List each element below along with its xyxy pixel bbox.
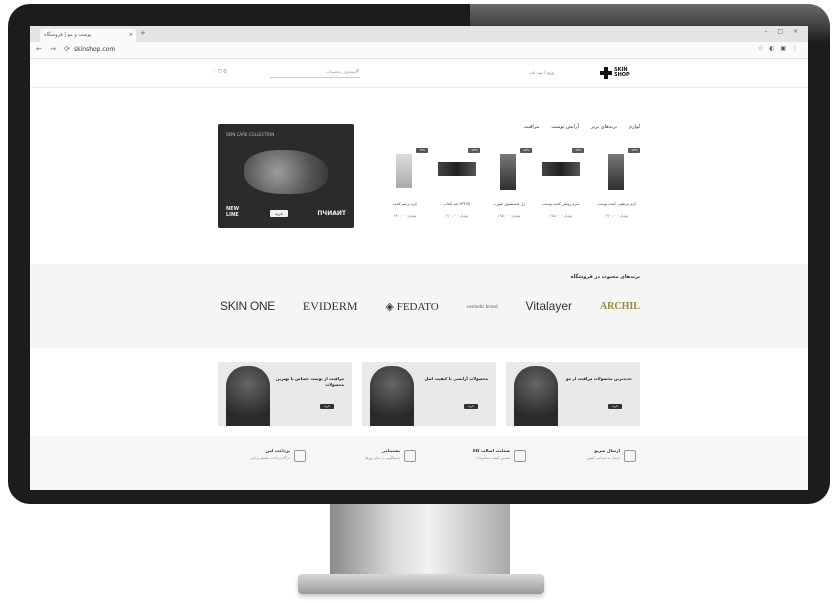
- product-price: ۱۹۵,۰۰۰ تومان: [497, 214, 521, 218]
- service-subtitle: پاسخگویی در تمام روزها: [365, 456, 400, 460]
- brand-logo-eviderm[interactable]: EVIDERM: [303, 299, 358, 314]
- service-item: پرداخت امن درگاه پرداخت مطمئن و امن: [196, 448, 306, 468]
- category-tabs: مراقبت آرایش پوست برندهای برتر لوازم: [524, 124, 640, 130]
- brand-logo-skinone[interactable]: SKIN ONE: [220, 299, 275, 313]
- promo-button[interactable]: خرید: [320, 404, 334, 409]
- category-tab[interactable]: مراقبت: [524, 124, 540, 130]
- brand-logo-fedato[interactable]: ◈ FEDATO: [386, 300, 439, 313]
- monitor-stand-neck: [330, 504, 510, 578]
- browser-screen: پوست و مو | فروشگاه × + – □ × ← → ⟳ skin…: [30, 26, 808, 490]
- promo-button[interactable]: خرید: [608, 404, 622, 409]
- featured-banner[interactable]: SKIN CARE COLLECTION NEW LINE خرید ПЧИАИ…: [218, 124, 354, 228]
- header-tools[interactable]: ♡ ⛉ 0: [212, 69, 227, 75]
- card-icon: [294, 450, 306, 462]
- search-placeholder: جستجوی محصولات: [325, 69, 358, 74]
- promo-button[interactable]: خرید: [464, 404, 478, 409]
- services-bar: ارسال سریع ارسال به سراسر کشور ضمانت اصا…: [30, 436, 808, 490]
- product-price: ۲۴۰,۰۰۰ تومان: [393, 214, 417, 218]
- monitor-frame: پوست و مو | فروشگاه × + – □ × ← → ⟳ skin…: [8, 4, 830, 504]
- discount-badge: -20%: [520, 148, 532, 153]
- brands-title: برندهای محبوب در فروشگاه: [570, 274, 640, 280]
- shield-icon: [514, 450, 526, 462]
- service-title: ضمانت اصالت کالا: [472, 448, 510, 453]
- product-card[interactable]: -20% ژل شستشوی صورت ۱۹۵,۰۰۰ تومان: [484, 144, 534, 234]
- product-name: کرم ترمیم کننده: [392, 202, 418, 206]
- promo-image: [514, 366, 558, 426]
- product-image: [542, 162, 580, 176]
- discount-badge: -15%: [628, 148, 640, 153]
- brand-logo-archil[interactable]: ARCHIL: [600, 301, 640, 312]
- product-image: [500, 154, 516, 190]
- product-name: ژل شستشوی صورت: [493, 202, 525, 206]
- service-title: ارسال سریع: [594, 448, 620, 453]
- product-price: ۴۱۰,۰۰۰ تومان: [445, 214, 469, 218]
- category-tab[interactable]: لوازم: [629, 124, 640, 130]
- discount-badge: -15%: [468, 148, 480, 153]
- banner-shop-button[interactable]: خرید: [270, 210, 288, 217]
- tab-bar: پوست و مو | فروشگاه × + – □ ×: [30, 26, 808, 42]
- service-subtitle: ارسال به سراسر کشور: [586, 456, 620, 460]
- product-name: سرم روشن کننده پوست: [542, 202, 580, 206]
- category-tab[interactable]: آرایش پوست: [551, 124, 579, 130]
- window-controls[interactable]: – □ ×: [764, 28, 802, 35]
- product-image: [608, 154, 624, 190]
- discount-badge: -5%: [416, 148, 428, 153]
- brand-logo-generic[interactable]: cosmetic brand: [467, 304, 498, 309]
- search-input[interactable]: جستجوی محصولات ⌕: [270, 67, 360, 78]
- tab-title: پوست و مو | فروشگاه: [44, 32, 92, 38]
- site-header: SKIN SHOP ورود / ثبت نام جستجوی محصولات …: [30, 59, 808, 88]
- new-tab-button[interactable]: +: [140, 29, 146, 37]
- product-card[interactable]: -10% سرم روشن کننده پوست ۲۸۵,۰۰۰ تومان: [536, 144, 586, 234]
- category-tab[interactable]: برندهای برتر: [591, 124, 617, 130]
- banner-brand: ПЧИАИТ: [317, 210, 346, 217]
- service-item: ضمانت اصالت کالا تضمین کیفیت محصولات: [416, 448, 526, 468]
- browser-toolbar: ← → ⟳ skinshop.com ☆ ◐ ▣ ⋮: [30, 42, 808, 59]
- promo-title: مراقبت از پوست حساس با بهترین محصولات: [276, 376, 344, 387]
- product-name: ضد آفتاب SPF50: [443, 202, 471, 206]
- promo-title: محصولات آرایشی با کیفیت اصل: [424, 376, 488, 381]
- product-card[interactable]: -5% کرم ترمیم کننده ۲۴۰,۰۰۰ تومان: [380, 144, 430, 234]
- service-title: پشتیبانی: [381, 448, 400, 453]
- brand-logo-vitalayer[interactable]: Vitalayer: [526, 299, 572, 313]
- brands-section: برندهای محبوب در فروشگاه SKIN ONE EVIDER…: [30, 264, 808, 348]
- product-card[interactable]: -15% کرم مرطوب کننده پوست ۳۲۰,۰۰۰ تومان: [592, 144, 642, 234]
- service-item: پشتیبانی پاسخگویی در تمام روزها: [306, 448, 416, 468]
- banner-label: NEW LINE: [226, 206, 240, 218]
- promo-image: [370, 366, 414, 426]
- promo-title: جدیدترین محصولات مراقبت از مو: [566, 376, 632, 381]
- monitor-stand-base: [298, 574, 544, 594]
- service-title: پرداخت امن: [265, 448, 290, 453]
- product-image: [438, 162, 476, 176]
- product-image: [396, 154, 412, 188]
- promo-image: [226, 366, 270, 426]
- product-carousel: -15% کرم مرطوب کننده پوست ۳۲۰,۰۰۰ تومان …: [370, 144, 642, 234]
- login-link[interactable]: ورود / ثبت نام: [530, 70, 554, 75]
- logo-text: SKIN SHOP: [614, 67, 630, 78]
- site-logo[interactable]: SKIN SHOP: [600, 65, 640, 81]
- close-tab-icon[interactable]: ×: [129, 29, 133, 42]
- extension-icons[interactable]: ☆ ◐ ▣ ⋮: [758, 45, 800, 52]
- discount-badge: -10%: [572, 148, 584, 153]
- navigation-buttons[interactable]: ← → ⟳: [36, 45, 73, 53]
- browser-tab[interactable]: پوست و مو | فروشگاه ×: [40, 29, 136, 42]
- search-icon[interactable]: ⌕: [356, 67, 359, 75]
- promo-card[interactable]: مراقبت از پوست حساس با بهترین محصولات خر…: [218, 362, 352, 426]
- promo-card[interactable]: جدیدترین محصولات مراقبت از مو خرید: [506, 362, 640, 426]
- service-subtitle: درگاه پرداخت مطمئن و امن: [250, 456, 290, 460]
- banner-caption: SKIN CARE COLLECTION: [226, 132, 275, 137]
- truck-icon: [624, 450, 636, 462]
- product-name: کرم مرطوب کننده پوست: [597, 202, 637, 206]
- product-price: ۲۸۵,۰۰۰ تومان: [549, 214, 573, 218]
- service-item: ارسال سریع ارسال به سراسر کشور: [526, 448, 636, 468]
- brand-logos: SKIN ONE EVIDERM ◈ FEDATO cosmetic brand…: [220, 298, 640, 314]
- promo-card[interactable]: محصولات آرایشی با کیفیت اصل خرید: [362, 362, 496, 426]
- product-card[interactable]: -15% ضد آفتاب SPF50 ۴۱۰,۰۰۰ تومان: [432, 144, 482, 234]
- banner-product-image: [244, 150, 328, 194]
- address-bar[interactable]: skinshop.com: [74, 46, 115, 53]
- product-price: ۳۲۰,۰۰۰ تومان: [605, 214, 629, 218]
- headset-icon: [404, 450, 416, 462]
- service-subtitle: تضمین کیفیت محصولات: [475, 456, 510, 460]
- cross-logo-icon: [600, 67, 612, 79]
- brand-logo-fedato-text: FEDATO: [396, 300, 439, 313]
